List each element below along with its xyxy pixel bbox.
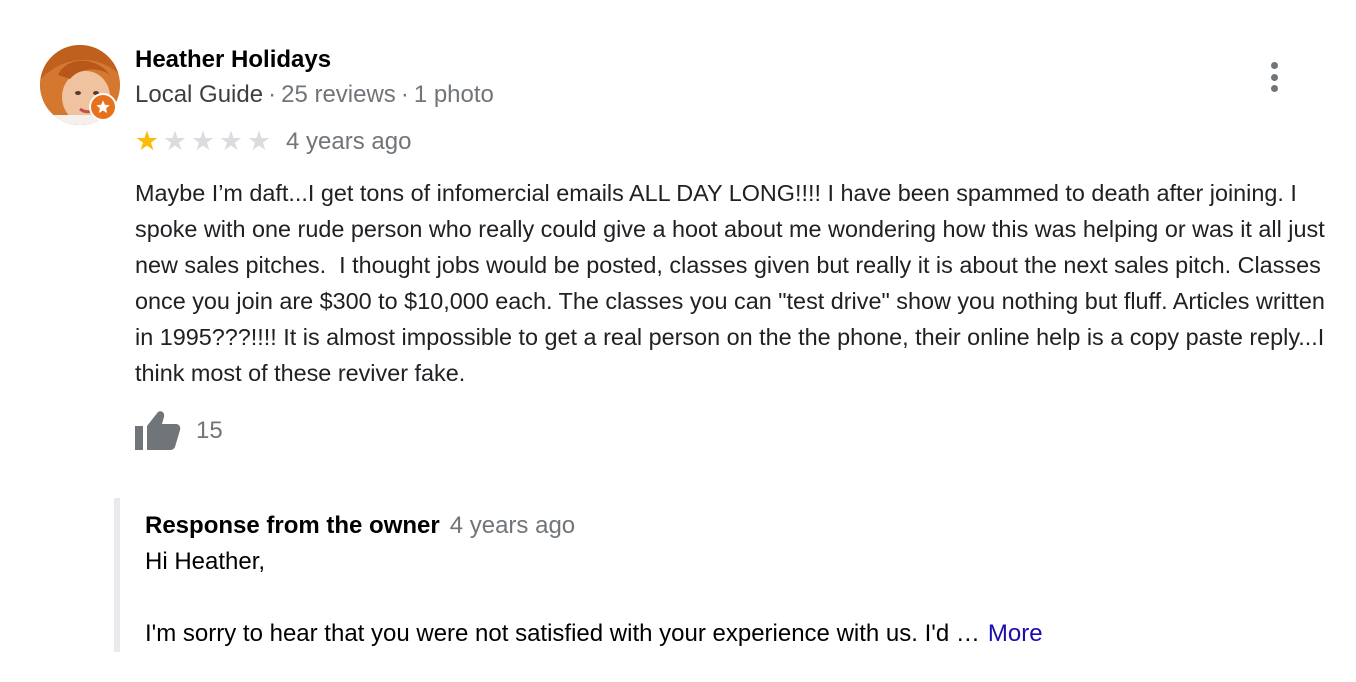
local-guide-label: Local Guide [135, 81, 264, 108]
menu-dot [1270, 85, 1278, 92]
response-text: I'm sorry to hear that you were not sati… [145, 620, 980, 647]
owner-response: Response from the owner 4 years ago Hi He… [114, 498, 1220, 652]
meta-separator: · [268, 81, 277, 108]
review-card: Heather Holidays Local Guide · 25 reviews ·… [0, 0, 1356, 682]
star-empty-icon: ★ [162, 126, 188, 156]
response-body: I'm sorry to hear that you were not sati… [145, 619, 1043, 649]
meta-separator: · [400, 81, 409, 108]
more-options-icon[interactable] [1260, 60, 1288, 94]
response-date: 4 years ago [449, 512, 576, 539]
like-count: 15 [196, 417, 223, 444]
menu-dot [1270, 62, 1278, 69]
response-greeting: Hi Heather, [145, 548, 266, 575]
star-empty-icon: ★ [190, 126, 216, 156]
star-empty-icon: ★ [246, 126, 272, 156]
review-date: 4 years ago [286, 128, 412, 155]
reviewer-name[interactable]: Heather Holidays [135, 45, 331, 75]
menu-dot [1270, 73, 1278, 81]
star-badge-icon [96, 100, 110, 113]
star-empty-icon: ★ [218, 126, 244, 156]
photo-count: 1 photo [413, 81, 494, 108]
local-guide-badge-icon [89, 93, 117, 121]
review-text: Maybe I’m daft...I get tons of infomerci… [135, 180, 1332, 386]
review-count: 25 reviews [281, 81, 396, 108]
star-filled-icon: ★ [134, 126, 160, 156]
like-button[interactable]: 15 [134, 410, 223, 452]
more-link[interactable]: More [988, 620, 1043, 647]
star-rating: ★ ★ ★ ★ ★ [133, 126, 273, 156]
response-title: Response from the owner [145, 512, 440, 539]
response-header: Response from the owner 4 years ago [145, 511, 575, 541]
thumbs-up-icon [135, 411, 181, 450]
reviewer-meta: Local Guide · 25 reviews · 1 photo [135, 80, 494, 110]
